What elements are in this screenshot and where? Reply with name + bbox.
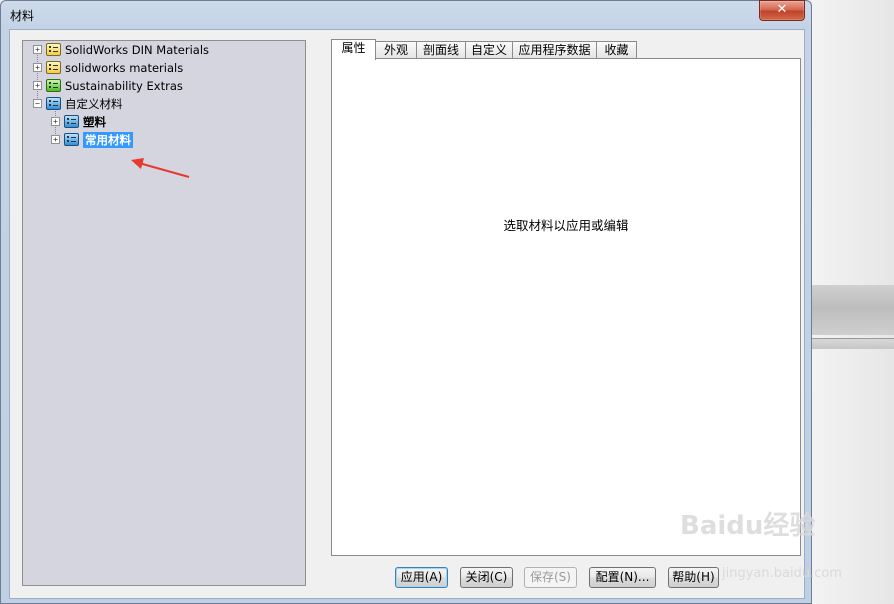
close-button[interactable]: 关闭(C) bbox=[460, 567, 513, 588]
expand-icon[interactable]: + bbox=[51, 117, 60, 126]
background-app bbox=[812, 0, 894, 604]
dialog-client-area: + SolidWorks DIN Materials + solidworks … bbox=[9, 29, 805, 599]
tree-item-label: Sustainability Extras bbox=[65, 78, 183, 93]
tree-item-custom-materials[interactable]: − 自定义材料 bbox=[33, 95, 123, 112]
tab-crosshatch[interactable]: 剖面线 bbox=[416, 41, 466, 59]
tab-appearance[interactable]: 外观 bbox=[375, 41, 417, 59]
close-icon: ✕ bbox=[776, 2, 788, 17]
tree-item-label: SolidWorks DIN Materials bbox=[65, 42, 210, 57]
expand-icon[interactable]: + bbox=[51, 135, 60, 144]
tree-item-label: 自定义材料 bbox=[65, 96, 123, 111]
material-library-icon bbox=[46, 61, 61, 74]
material-category-icon bbox=[64, 115, 79, 128]
background-toolbar-edge bbox=[812, 338, 894, 349]
tree-item-label-selected: 常用材料 bbox=[83, 131, 133, 148]
tree-item-solidworks-materials[interactable]: + solidworks materials bbox=[33, 59, 183, 76]
save-button[interactable]: 保存(S) bbox=[524, 567, 577, 588]
annotation-arrow-icon bbox=[131, 158, 190, 178]
expand-icon[interactable]: + bbox=[33, 81, 42, 90]
window-title: 材料 bbox=[10, 9, 35, 23]
expand-icon[interactable]: + bbox=[33, 63, 42, 72]
title-bar[interactable]: 材料 ✕ bbox=[1, 0, 811, 29]
help-button[interactable]: 帮助(H) bbox=[668, 567, 719, 588]
tab-properties[interactable]: 属性 bbox=[331, 39, 376, 60]
tree-item-common-materials[interactable]: + 常用材料 bbox=[51, 131, 133, 148]
tab-application-data[interactable]: 应用程序数据 bbox=[512, 41, 597, 59]
material-library-icon bbox=[46, 43, 61, 56]
config-button[interactable]: 配置(N)... bbox=[589, 567, 656, 588]
tree-item-solidworks-din[interactable]: + SolidWorks DIN Materials bbox=[33, 41, 209, 58]
material-category-icon bbox=[64, 133, 79, 146]
material-library-icon bbox=[46, 79, 61, 92]
collapse-icon[interactable]: − bbox=[33, 99, 42, 108]
apply-button[interactable]: 应用(A) bbox=[395, 567, 448, 588]
empty-state-message: 选取材料以应用或编辑 bbox=[503, 218, 629, 233]
expand-icon[interactable]: + bbox=[33, 45, 42, 54]
material-library-icon bbox=[46, 97, 61, 110]
background-toolbar-band bbox=[812, 285, 894, 335]
material-tree[interactable]: + SolidWorks DIN Materials + solidworks … bbox=[22, 40, 306, 586]
tree-item-plastics[interactable]: + 塑料 bbox=[51, 113, 106, 130]
materials-dialog: 材料 ✕ + SolidWorks DIN Materials + solidw… bbox=[0, 0, 812, 604]
close-window-button[interactable]: ✕ bbox=[759, 0, 805, 21]
tree-item-label: solidworks materials bbox=[65, 60, 184, 75]
tab-content-panel: 选取材料以应用或编辑 bbox=[331, 58, 801, 556]
tab-custom[interactable]: 自定义 bbox=[465, 41, 513, 59]
tab-favorites[interactable]: 收藏 bbox=[596, 41, 637, 59]
tree-item-sustainability-extras[interactable]: + Sustainability Extras bbox=[33, 77, 183, 94]
tree-item-label: 塑料 bbox=[83, 114, 106, 129]
